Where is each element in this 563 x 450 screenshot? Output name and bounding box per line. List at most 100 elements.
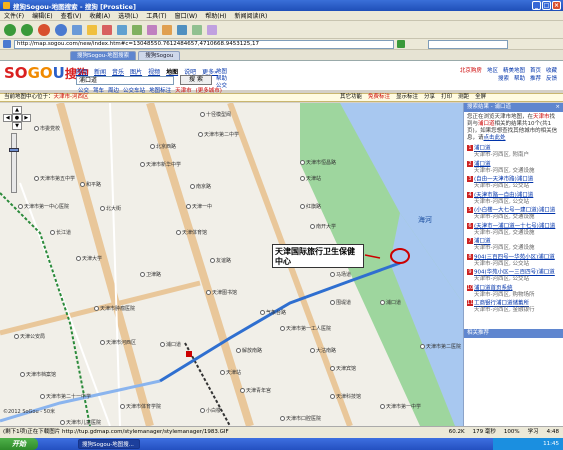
- map-poi-label[interactable]: 天津站: [300, 175, 321, 182]
- nav-video[interactable]: 视频: [148, 67, 160, 76]
- map-poi-label[interactable]: 天津市档案馆: [20, 371, 56, 378]
- map-search-input[interactable]: 浦口道: [76, 76, 174, 85]
- result-title[interactable]: 904(三百四号一华苑小区)浦口道: [474, 254, 555, 260]
- map-poi-label[interactable]: 红旗路: [300, 203, 321, 210]
- list-item[interactable]: 6 (天津市一浦口道一十七号)浦口道 天津市-河西区, 交通设施: [464, 222, 563, 238]
- tools-icon[interactable]: [162, 24, 172, 35]
- menu-favorites[interactable]: 收藏(A): [89, 11, 110, 20]
- pan-left-icon[interactable]: ◀: [3, 114, 13, 122]
- settings-icon[interactable]: [207, 24, 217, 35]
- map-poi-label[interactable]: 天津市河西区: [100, 339, 136, 346]
- right-link-house[interactable]: 北京购房: [460, 67, 482, 75]
- tool-free-mark[interactable]: 免费标注: [368, 94, 390, 101]
- map-poi-label[interactable]: 天津科技馆: [330, 393, 361, 400]
- right-link-help[interactable]: 帮助: [514, 75, 525, 83]
- favorites-icon[interactable]: [87, 24, 97, 35]
- pan-down-icon[interactable]: ▼: [12, 122, 22, 130]
- result-title[interactable]: 浦口道首页系统: [474, 285, 513, 291]
- menu-news[interactable]: 新闻阅读(R): [234, 11, 267, 20]
- list-item[interactable]: 11工商银行浦口道储蓄所 天津市-河西区, 金融银行: [464, 299, 563, 315]
- maximize-button[interactable]: □: [542, 1, 551, 10]
- map-poi-label[interactable]: 北大街: [100, 205, 121, 212]
- pan-right-icon[interactable]: ▶: [21, 114, 31, 122]
- nav-images[interactable]: 图片: [130, 67, 142, 76]
- map-poi-label[interactable]: 天津市肿瘤医院: [94, 305, 135, 312]
- url-input[interactable]: http://map.sogou.com/new/index.htm#c=130…: [14, 39, 394, 49]
- nav-music[interactable]: 音乐: [112, 67, 124, 76]
- menu-window[interactable]: 窗口(W): [175, 11, 198, 20]
- result-title[interactable]: 浦口道: [474, 161, 491, 167]
- pan-center-icon[interactable]: ●: [12, 114, 22, 122]
- tool-print[interactable]: 打印: [441, 94, 452, 101]
- list-item[interactable]: 3 (自由一天津市路)浦口道 天津市-河西区, 公交站: [464, 175, 563, 191]
- result-title[interactable]: 浦口道: [474, 239, 491, 245]
- side-link-map[interactable]: 地图: [216, 69, 227, 76]
- map-center-city[interactable]: 天津市-河西区: [54, 94, 89, 100]
- taskbar-item-browser[interactable]: 搜狗Sogou-地图搜...: [78, 439, 140, 449]
- zoom-slider-handle[interactable]: [9, 148, 19, 152]
- map-poi-label[interactable]: 天津市口腔医院: [280, 415, 321, 422]
- map-poi-label[interactable]: 长江道: [50, 229, 71, 236]
- right-link-recommend[interactable]: 推荐: [530, 75, 541, 83]
- nav-web[interactable]: 网页: [76, 67, 88, 76]
- map-poi-label[interactable]: 天津市第二医院: [420, 343, 461, 350]
- tool-measure[interactable]: 测距: [458, 94, 469, 101]
- tool-show-mark[interactable]: 显示标注: [396, 94, 418, 101]
- list-item[interactable]: 5 (小白楼一大七号一建口道)浦口道 天津市-河西区, 交通设施: [464, 206, 563, 222]
- list-item[interactable]: 4 (天津市路一自由)浦口道 天津市-河西区, 公交站: [464, 191, 563, 207]
- side-link-help[interactable]: 帮助: [216, 76, 227, 83]
- map-poi-label[interactable]: 浦口道: [380, 299, 401, 306]
- map-poi-label[interactable]: 天津市第一中学: [380, 403, 421, 410]
- map-poi-label[interactable]: 大沽南路: [310, 347, 336, 354]
- right-link-favorite[interactable]: 收藏: [546, 67, 557, 75]
- start-button[interactable]: 开始: [0, 438, 38, 450]
- right-link-nice-map[interactable]: 精美地图: [503, 67, 525, 75]
- stop-icon[interactable]: [38, 23, 50, 36]
- forward-icon[interactable]: [21, 23, 33, 36]
- go-icon[interactable]: [397, 40, 405, 48]
- status-zoom[interactable]: 100%: [504, 427, 520, 438]
- map-poi-label[interactable]: 浦口道: [160, 341, 181, 348]
- tool-fullscreen[interactable]: 全屏: [475, 94, 486, 101]
- map-poi-label[interactable]: 南京路: [190, 183, 211, 190]
- right-link-feedback[interactable]: 反馈: [546, 75, 557, 83]
- nav-map[interactable]: 地图: [166, 67, 178, 76]
- menu-view[interactable]: 查看(V): [61, 11, 82, 20]
- map-canvas[interactable]: 海河 天津国际旅行卫生保健中心 十径模型阀 市委党校 天津市第二中学 北京西路 …: [0, 103, 463, 426]
- list-item[interactable]: 10浦口道首页系统 天津市-河西区, 购物场所: [464, 284, 563, 300]
- map-poi-label[interactable]: 解放南路: [236, 347, 262, 354]
- map-poi-label[interactable]: 天津市第一中心医院: [18, 203, 69, 210]
- pan-up-icon[interactable]: ▲: [12, 106, 22, 114]
- result-title[interactable]: (天津市一浦口道一十七号)浦口道: [474, 223, 555, 229]
- print-icon[interactable]: [132, 24, 142, 35]
- tool-share[interactable]: 分享: [424, 94, 435, 101]
- list-item[interactable]: 8 904(三百四号一华苑小区)浦口道 天津市-河西区, 公交站: [464, 253, 563, 269]
- right-link-search[interactable]: 搜索: [498, 75, 509, 83]
- menu-help[interactable]: 帮助(H): [205, 11, 226, 20]
- map-poi-label[interactable]: 天津宾馆: [330, 365, 356, 372]
- map-poi-label[interactable]: 天津公安局: [14, 333, 45, 340]
- result-title[interactable]: 904(华苑小区一三百四号)浦口道: [474, 270, 555, 276]
- other-city-link[interactable]: 点击此处: [484, 135, 506, 141]
- map-poi-label[interactable]: 友谊路: [210, 257, 231, 264]
- search-button[interactable]: 搜 索: [180, 75, 212, 85]
- origin-marker[interactable]: [186, 351, 192, 357]
- map-poi-label[interactable]: 气象台路: [260, 309, 286, 316]
- map-poi-label[interactable]: 围堤道: [330, 299, 351, 306]
- status-mode[interactable]: 学习: [528, 427, 539, 438]
- result-title[interactable]: (自由一天津市路)浦口道: [474, 177, 533, 183]
- result-title[interactable]: (天津市路一自由)浦口道: [474, 192, 533, 198]
- map-poi-label[interactable]: 十径模型阀: [200, 111, 231, 118]
- list-item[interactable]: 7 浦口道 天津市-河西区, 交通设施: [464, 237, 563, 253]
- close-button[interactable]: ×: [552, 1, 561, 10]
- map-poi-label[interactable]: 天津体育馆: [176, 229, 207, 236]
- map-poi-label[interactable]: 天津市体育学院: [120, 403, 161, 410]
- result-title[interactable]: 浦口道: [474, 146, 491, 152]
- home-icon[interactable]: [72, 24, 82, 35]
- list-item[interactable]: 1 浦口道 天津市-河西区, 附南户: [464, 144, 563, 160]
- mail-icon[interactable]: [117, 24, 127, 35]
- tab-sogou-map[interactable]: 搜狗Sogou-地图搜索: [70, 51, 137, 60]
- right-link-region[interactable]: 地区: [487, 67, 498, 75]
- menu-options[interactable]: 选项(L): [118, 11, 138, 20]
- close-icon[interactable]: ×: [555, 103, 560, 112]
